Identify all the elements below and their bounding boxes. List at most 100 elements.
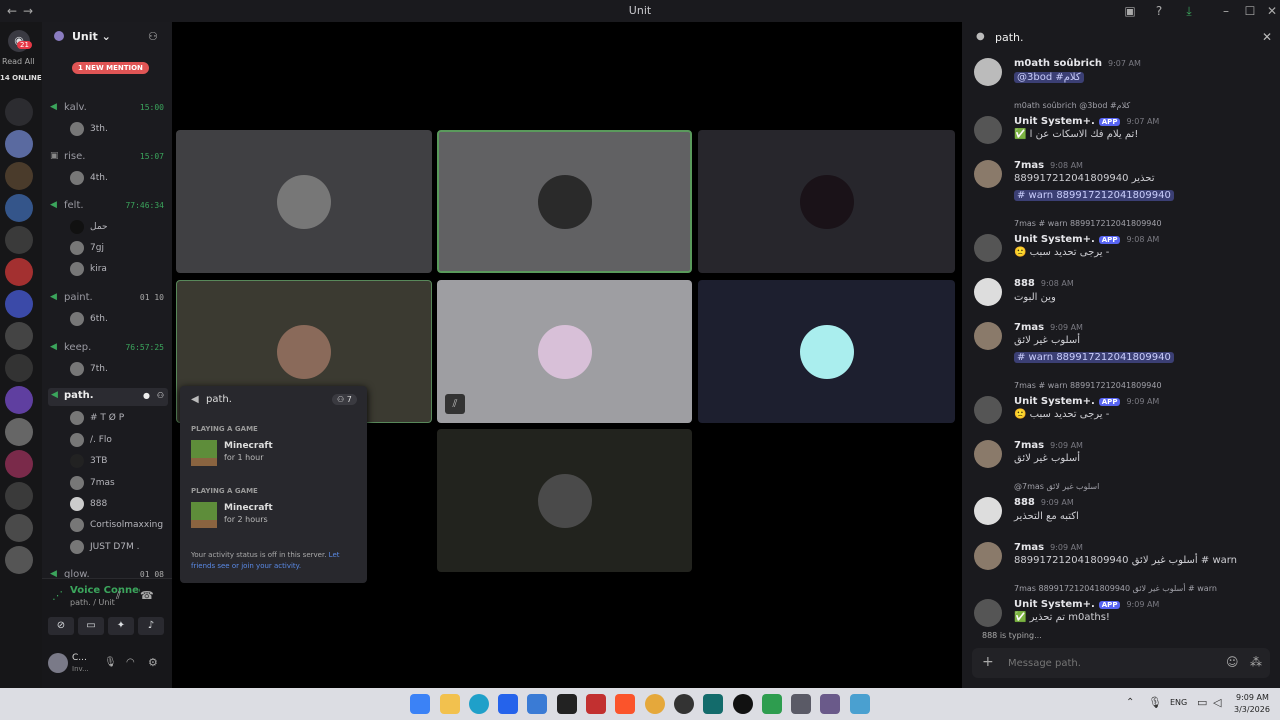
microphone-icon[interactable]: 🎙 (104, 657, 117, 668)
voice-status[interactable]: Voice Connected (70, 585, 140, 596)
app-icon[interactable] (527, 694, 547, 714)
voice-user[interactable]: JUST D7M . (70, 539, 170, 557)
server-icon[interactable] (5, 290, 33, 318)
notepad-icon[interactable] (850, 694, 870, 714)
activities-button[interactable]: ✦ (108, 617, 134, 635)
participant-tile[interactable] (698, 130, 955, 273)
voice-user[interactable]: حمل (70, 219, 170, 237)
app-icon[interactable] (820, 694, 840, 714)
message-input-box[interactable]: + ☺ ⁂ (972, 648, 1270, 678)
soundboard-button[interactable]: ♪ (138, 617, 164, 635)
participant-tile[interactable] (176, 130, 432, 273)
game-title: Minecraft (224, 503, 273, 513)
file-explorer-icon[interactable] (440, 694, 460, 714)
participant-tile[interactable]: ⫽ (437, 280, 692, 423)
app-icon[interactable] (645, 694, 665, 714)
add-user-icon[interactable]: ⚇ (157, 391, 164, 400)
voice-channel-paint[interactable]: ◀ paint. 01 10 (50, 290, 168, 308)
voice-user[interactable]: 3th. (70, 121, 170, 139)
app-icon[interactable] (733, 694, 753, 714)
user-name[interactable]: C... (72, 653, 87, 663)
monitor-icon[interactable]: ▭ (1197, 696, 1207, 709)
screen-share-button[interactable]: ▭ (78, 617, 104, 635)
voice-channel-kalv[interactable]: ◀ kalv. 15:00 (50, 100, 168, 118)
close-icon[interactable]: ✕ (1264, 3, 1280, 19)
server-icon[interactable] (5, 98, 33, 126)
emoji-icon[interactable]: ☺ (1226, 655, 1239, 669)
voice-user[interactable]: /. Flo (70, 432, 170, 450)
voice-channel-rise[interactable]: ▣ rise. 15:07 (50, 149, 168, 167)
server-icon[interactable] (5, 386, 33, 414)
language-indicator[interactable]: ENG (1170, 698, 1187, 707)
voice-user[interactable]: kira (70, 261, 170, 279)
server-icon[interactable] (5, 162, 33, 190)
message-input[interactable] (1008, 654, 1208, 672)
store-icon[interactable] (498, 694, 518, 714)
help-icon[interactable]: ? (1151, 3, 1167, 19)
xbox-icon[interactable] (762, 694, 782, 714)
server-icon[interactable] (5, 130, 33, 158)
new-mention-pill[interactable]: 1 NEW MENTION (72, 62, 149, 74)
server-icon[interactable] (5, 418, 33, 446)
clock-date[interactable]: 3/3/2026 (1234, 705, 1270, 714)
server-icon[interactable] (5, 482, 33, 510)
minecraft-icon (191, 440, 217, 466)
server-icon[interactable] (5, 354, 33, 382)
participant-tile[interactable] (698, 280, 955, 423)
server-icon[interactable] (5, 194, 33, 222)
participant-tile[interactable] (437, 429, 692, 572)
server-icon[interactable] (5, 258, 33, 286)
voice-channel-popup: ◀ path. ⚇ 7 PLAYING A GAME Minecraft for… (180, 386, 367, 583)
close-chat-icon[interactable]: ✕ (1262, 30, 1272, 44)
apps-icon[interactable]: ⁂ (1250, 655, 1262, 669)
app-icon[interactable] (586, 694, 606, 714)
server-icon[interactable] (5, 226, 33, 254)
voice-user[interactable]: # T Ø P (70, 410, 170, 428)
terminal-icon[interactable] (557, 694, 577, 714)
voice-user[interactable]: 4th. (70, 170, 170, 188)
app-icon[interactable] (674, 694, 694, 714)
clock-time[interactable]: 9:09 AM (1236, 693, 1269, 702)
inbox-icon[interactable]: ▣ (1122, 3, 1138, 19)
voice-user[interactable]: 7mas (70, 475, 170, 493)
read-all-button[interactable]: Read All (2, 57, 35, 66)
disconnect-icon[interactable]: ☎ (140, 589, 154, 602)
voice-user[interactable]: Cortisolmaxxing (70, 517, 170, 535)
voice-user[interactable]: 7gj (70, 240, 170, 258)
chevron-up-icon[interactable]: ⌃ (1126, 697, 1134, 708)
voice-channel-path[interactable]: ◀ path. ● ⚇ (48, 388, 168, 406)
start-icon[interactable] (410, 694, 430, 714)
noise-suppression-icon[interactable]: ⫽ (116, 589, 121, 603)
camera-button[interactable]: ⊘ (48, 617, 74, 635)
headphones-icon[interactable]: ◠ (126, 657, 135, 668)
voice-user[interactable]: 7th. (70, 361, 170, 379)
voice-user[interactable]: 6th. (70, 311, 170, 329)
voice-channel-keep[interactable]: ◀ keep. 76:57:25 (50, 340, 168, 358)
volume-icon[interactable]: ◁ (1213, 696, 1221, 709)
server-icon[interactable] (5, 322, 33, 350)
participant-tile-speaking[interactable] (437, 130, 692, 273)
brave-icon[interactable] (615, 694, 635, 714)
maximize-icon[interactable]: ☐ (1242, 3, 1258, 19)
add-attachment-icon[interactable]: + (982, 654, 994, 670)
app-icon[interactable] (791, 694, 811, 714)
download-icon[interactable]: ⤓ (1181, 3, 1197, 19)
server-list: ◉ 21 Read All 14 ONLINE (0, 22, 42, 688)
voice-user[interactable]: 888 (70, 496, 170, 514)
avatar[interactable] (48, 653, 68, 673)
guild-name[interactable]: Unit ⌄ (72, 30, 111, 43)
minimize-icon[interactable]: – (1218, 3, 1234, 19)
chat-icon[interactable]: ● (143, 391, 150, 400)
server-icon[interactable] (5, 450, 33, 478)
app-icon[interactable] (703, 694, 723, 714)
server-icon[interactable] (5, 546, 33, 574)
speaker-icon: ◀ (50, 200, 57, 210)
add-member-icon[interactable]: ⚇ (148, 30, 158, 43)
voice-channel-felt[interactable]: ◀ felt. 77:46:34 (50, 198, 168, 216)
edge-icon[interactable] (469, 694, 489, 714)
chat-channel-name: path. (995, 31, 1024, 44)
voice-user[interactable]: 3TB (70, 453, 170, 471)
server-icon[interactable] (5, 514, 33, 542)
settings-gear-icon[interactable]: ⚙ (148, 656, 158, 669)
microphone-tray-icon[interactable]: 🎙 (1148, 696, 1162, 709)
